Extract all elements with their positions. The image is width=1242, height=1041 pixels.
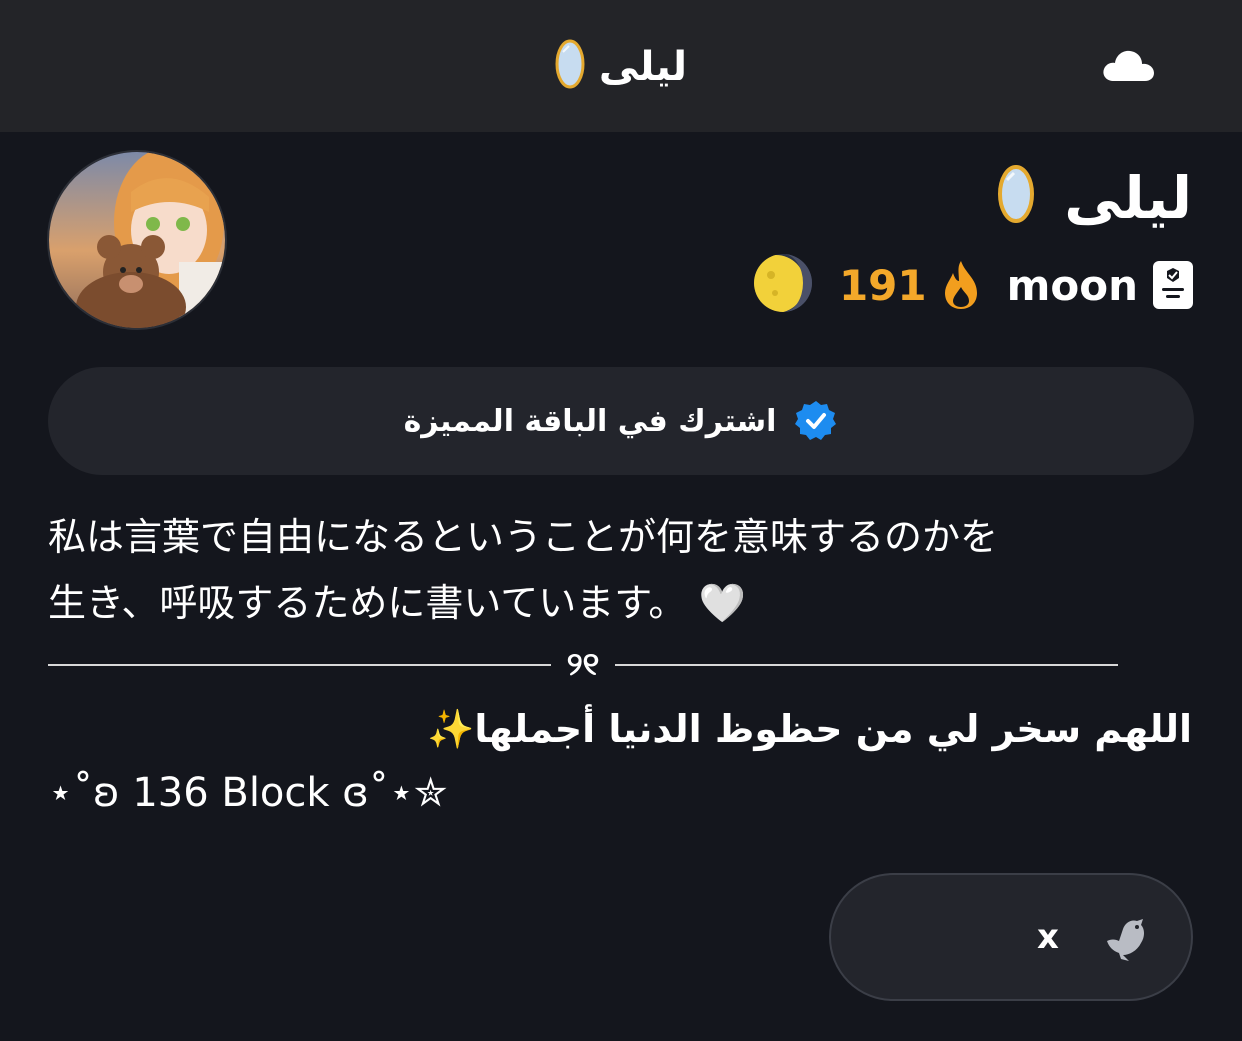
avatar[interactable] bbox=[47, 150, 227, 330]
mood-button[interactable] bbox=[753, 253, 813, 317]
profile-name: ليلى bbox=[1064, 164, 1192, 232]
header-title-row: ليلى bbox=[0, 38, 1242, 100]
divider-line bbox=[615, 663, 1118, 666]
streak[interactable]: 191 bbox=[839, 259, 981, 311]
profile-page: ليلى 191 moon اشترك في الباقة المميزة 私は… bbox=[0, 132, 1242, 1041]
divider-line bbox=[48, 663, 551, 666]
cloud-icon bbox=[1103, 50, 1154, 81]
fire-icon bbox=[944, 261, 977, 309]
streak-count: 191 bbox=[838, 260, 927, 310]
crescent-moon-icon bbox=[753, 254, 812, 312]
certificate-icon bbox=[1153, 261, 1193, 309]
subscribe-premium-button[interactable]: اشترك في الباقة المميزة bbox=[48, 367, 1194, 475]
mirror-icon bbox=[996, 163, 1036, 241]
verified-badge-icon bbox=[795, 401, 837, 440]
mirror-icon bbox=[555, 38, 585, 100]
bio-divider: ୨୧ bbox=[48, 645, 1118, 684]
profile-name-row: ليلى bbox=[996, 162, 1192, 241]
bio-arabic: اللهم سخر لي من حظوظ الدنيا أجملها✨ bbox=[427, 707, 1192, 751]
badge-label: moon bbox=[1006, 260, 1138, 310]
header-title: ليلى bbox=[598, 44, 688, 90]
link-label: x bbox=[1037, 917, 1059, 957]
divider-ornament: ୨୧ bbox=[566, 645, 600, 683]
stats-row: 191 moon bbox=[753, 250, 1194, 320]
subscribe-label: اشترك في الباقة المميزة bbox=[403, 403, 777, 439]
cloud-button[interactable] bbox=[1100, 45, 1164, 91]
bio-japanese: 私は言葉で自由になるということが何を意味するのかを 生き、呼吸するために書いてい… bbox=[48, 515, 999, 625]
bird-icon bbox=[1101, 915, 1151, 969]
top-bar: ليلى bbox=[0, 0, 1242, 132]
bio-block-count: ⋆˚ʚ 136 Block ɞ˚⋆✮ bbox=[48, 770, 448, 816]
badge[interactable]: moon bbox=[1007, 260, 1194, 310]
x-link-button[interactable]: x bbox=[829, 873, 1193, 1001]
